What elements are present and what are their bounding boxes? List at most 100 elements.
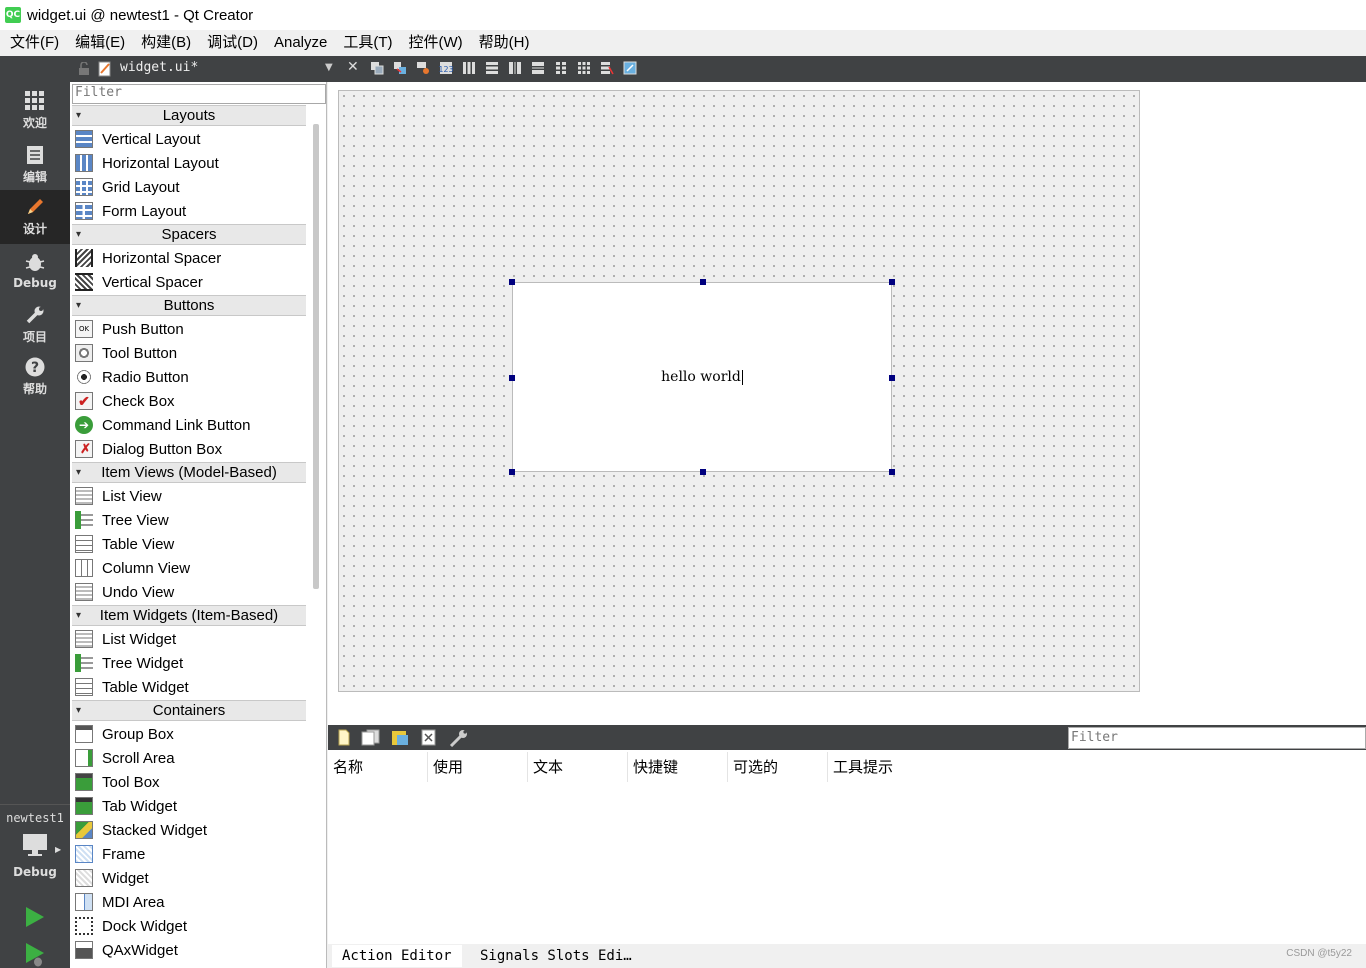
widget-item[interactable]: ✔ Check Box	[75, 389, 175, 413]
mode-edit[interactable]: 编辑	[0, 138, 70, 192]
widget-item[interactable]: Tool Button	[75, 341, 177, 365]
widget-item[interactable]: Radio Button	[75, 365, 189, 389]
bottom-tab-bar: Action Editor Signals Slots Edi… CSDN @t…	[328, 944, 1366, 968]
mode-projects[interactable]: 项目	[0, 298, 70, 352]
new-action-icon[interactable]	[338, 729, 350, 746]
label-widget[interactable]: hello world	[509, 279, 895, 475]
delete-action-icon[interactable]	[421, 729, 436, 746]
adjust-size-icon[interactable]	[623, 61, 637, 75]
widget-box-scrollbar[interactable]	[313, 124, 319, 589]
column-header-used[interactable]: 使用	[428, 752, 528, 782]
mode-help[interactable]: ? 帮助	[0, 350, 70, 404]
category-layouts[interactable]: ▾ Layouts	[72, 105, 306, 126]
widget-item[interactable]: Form Layout	[75, 199, 186, 223]
tab-action-editor[interactable]: Action Editor	[332, 945, 462, 967]
paste-action-icon[interactable]	[391, 729, 409, 746]
widget-item[interactable]: Table Widget	[75, 675, 189, 699]
configure-action-editor-icon[interactable]	[449, 729, 469, 747]
edit-buddies-icon[interactable]	[416, 61, 430, 75]
lock-icon[interactable]	[78, 62, 90, 76]
widget-item[interactable]: List Widget	[75, 627, 176, 651]
resize-handle-top[interactable]	[700, 279, 706, 285]
widget-item[interactable]: Column View	[75, 556, 190, 580]
layout-vertically-icon[interactable]	[485, 61, 499, 75]
widget-item[interactable]: Scroll Area	[75, 746, 175, 770]
layout-horizontal-splitter-icon[interactable]	[508, 61, 522, 75]
column-header-checkable[interactable]: 可选的	[728, 752, 828, 782]
resize-handle-right[interactable]	[889, 375, 895, 381]
mode-welcome[interactable]: 欢迎	[0, 84, 70, 138]
layout-vertical-splitter-icon[interactable]	[531, 61, 545, 75]
widget-item[interactable]: Horizontal Layout	[75, 151, 219, 175]
kit-selector[interactable]: newtest1 ▶ Debug	[0, 804, 70, 888]
widget-filter-input[interactable]: Filter	[72, 84, 326, 104]
layout-form-icon[interactable]	[554, 61, 568, 75]
menu-edit[interactable]: 编辑(E)	[67, 30, 133, 56]
open-document-name[interactable]: widget.ui*	[120, 60, 198, 75]
widget-item[interactable]: Tree View	[75, 508, 169, 532]
widget-item[interactable]: List View	[75, 484, 162, 508]
widget-item[interactable]: Dock Widget	[75, 914, 187, 938]
menu-debug[interactable]: 调试(D)	[199, 30, 266, 56]
widget-item[interactable]: OK Push Button	[75, 317, 184, 341]
form-canvas[interactable]: hello world	[338, 90, 1140, 692]
run-icon[interactable]	[24, 906, 46, 928]
widget-item[interactable]: QAxWidget	[75, 938, 178, 962]
label-text[interactable]: hello world	[661, 369, 741, 385]
resize-handle-bottom-right[interactable]	[889, 469, 895, 475]
copy-action-icon[interactable]	[361, 729, 381, 746]
edit-tab-order-icon[interactable]: 123	[439, 61, 453, 75]
layout-grid-icon[interactable]	[577, 61, 591, 75]
qaxwidget-icon	[75, 941, 93, 959]
widget-item[interactable]: Horizontal Spacer	[75, 246, 221, 270]
menu-tools[interactable]: 工具(T)	[335, 30, 400, 56]
break-layout-icon[interactable]	[600, 61, 614, 75]
edit-signals-slots-icon[interactable]	[393, 61, 407, 75]
resize-handle-top-left[interactable]	[509, 279, 515, 285]
column-header-shortcut[interactable]: 快捷键	[628, 752, 728, 782]
category-buttons[interactable]: ▾ Buttons	[72, 295, 306, 316]
resize-handle-bottom[interactable]	[700, 469, 706, 475]
widget-item[interactable]: Tree Widget	[75, 651, 183, 675]
resize-handle-bottom-left[interactable]	[509, 469, 515, 475]
category-spacers[interactable]: ▾ Spacers	[72, 224, 306, 245]
action-filter-input[interactable]: Filter	[1068, 727, 1366, 749]
category-item-widgets[interactable]: ▾ Item Widgets (Item-Based)	[72, 605, 306, 626]
kit-project-name: newtest1	[6, 811, 64, 825]
category-item-views[interactable]: ▾ Item Views (Model-Based)	[72, 462, 306, 483]
layout-horizontally-icon[interactable]	[462, 61, 476, 75]
widget-item[interactable]: Vertical Spacer	[75, 270, 203, 294]
column-header-text[interactable]: 文本	[528, 752, 628, 782]
widget-item[interactable]: Table View	[75, 532, 174, 556]
widget-item[interactable]: Vertical Layout	[75, 127, 200, 151]
column-header-tooltip[interactable]: 工具提示	[828, 752, 928, 782]
mode-debug[interactable]: Debug	[0, 244, 70, 298]
widget-item[interactable]: Group Box	[75, 722, 174, 746]
resize-handle-top-right[interactable]	[889, 279, 895, 285]
widget-item[interactable]: Undo View	[75, 580, 174, 604]
column-header-name[interactable]: 名称	[328, 752, 428, 782]
widget-item[interactable]: MDI Area	[75, 890, 165, 914]
widget-item[interactable]: Tab Widget	[75, 794, 177, 818]
widget-item[interactable]: Widget	[75, 866, 149, 890]
menu-help[interactable]: 帮助(H)	[471, 30, 538, 56]
debug-run-icon[interactable]	[24, 942, 46, 968]
document-dropdown-arrow-icon[interactable]: ▼	[325, 62, 333, 73]
widget-item[interactable]: Stacked Widget	[75, 818, 207, 842]
category-containers[interactable]: ▾ Containers	[72, 700, 306, 721]
widget-item[interactable]: Grid Layout	[75, 175, 180, 199]
widget-item[interactable]: Tool Box	[75, 770, 160, 794]
menu-build[interactable]: 构建(B)	[133, 30, 199, 56]
edit-widgets-icon[interactable]	[370, 61, 384, 75]
mode-design[interactable]: 设计	[0, 190, 70, 244]
menu-analyze[interactable]: Analyze	[266, 30, 335, 56]
widget-label: Table View	[102, 535, 175, 553]
widget-item[interactable]: ➔ Command Link Button	[75, 413, 250, 437]
menu-file[interactable]: 文件(F)	[2, 30, 67, 56]
resize-handle-left[interactable]	[509, 375, 515, 381]
widget-item[interactable]: ✗ Dialog Button Box	[75, 437, 222, 461]
tab-signals-slots-editor[interactable]: Signals Slots Edi…	[470, 945, 642, 967]
close-document-icon[interactable]: ✕	[347, 59, 359, 75]
widget-item[interactable]: Frame	[75, 842, 145, 866]
menu-widgets[interactable]: 控件(W)	[401, 30, 471, 56]
